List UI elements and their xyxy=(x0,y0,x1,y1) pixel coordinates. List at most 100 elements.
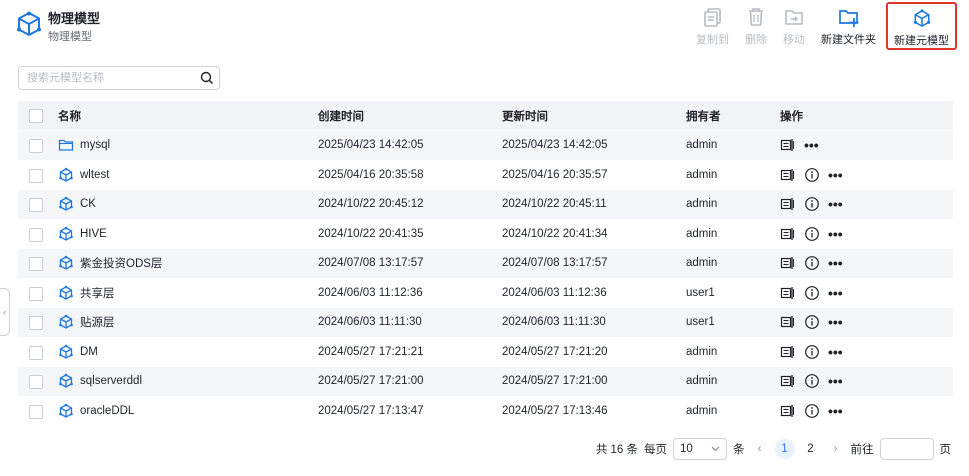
row-name-cell[interactable]: 紫金投资ODS层 xyxy=(58,249,162,278)
ddl-export-icon[interactable] xyxy=(780,255,796,271)
row-checkbox[interactable] xyxy=(29,198,43,212)
delete-button[interactable]: 删除 xyxy=(737,2,775,50)
page-size-unit: 条 xyxy=(733,444,745,456)
info-icon[interactable] xyxy=(804,255,820,271)
info-icon[interactable] xyxy=(804,373,820,389)
row-name-cell[interactable]: mysql xyxy=(58,131,110,160)
cube-model-icon xyxy=(59,344,73,359)
ddl-export-icon[interactable] xyxy=(780,285,796,301)
row-updated: 2025/04/16 20:35:57 xyxy=(502,168,608,181)
cube-plus-icon xyxy=(913,9,930,28)
select-all-checkbox[interactable] xyxy=(29,109,43,123)
table-row[interactable]: 贴源层 2024/06/03 11:11:30 2024/06/03 11:11:3… xyxy=(18,308,953,338)
row-created: 2025/04/16 20:35:58 xyxy=(318,168,424,181)
row-actions: ••• xyxy=(780,338,843,367)
row-checkbox[interactable] xyxy=(29,227,43,242)
ddl-export-icon[interactable] xyxy=(780,196,796,212)
row-created: 2024/10/22 20:45:12 xyxy=(318,198,424,211)
row-owner: admin xyxy=(686,375,718,388)
more-actions-icon[interactable]: ••• xyxy=(828,345,843,359)
new-meta-model-button[interactable]: 新建元模型 xyxy=(886,2,957,50)
table-row[interactable]: mysql 2025/04/23 14:42:05 2025/04/23 14:42… xyxy=(18,131,953,161)
info-icon[interactable] xyxy=(804,196,820,212)
copy-icon xyxy=(703,8,721,27)
row-name-cell[interactable]: 贴源层 xyxy=(58,308,115,337)
more-actions-icon[interactable]: ••• xyxy=(828,286,843,300)
info-icon[interactable] xyxy=(804,403,820,419)
table-row[interactable]: wltest 2025/04/16 20:35:58 2025/04/16 20:3… xyxy=(18,160,953,190)
table-row[interactable]: oracleDDL 2024/05/27 17:13:47 2024/05/27 1… xyxy=(18,396,953,426)
move-button[interactable]: 移动 xyxy=(775,2,813,50)
info-icon[interactable] xyxy=(804,314,820,330)
row-actions: ••• xyxy=(780,161,843,190)
row-checkbox[interactable] xyxy=(29,286,43,301)
info-icon[interactable] xyxy=(804,344,820,360)
row-checkbox[interactable] xyxy=(29,168,43,183)
page-button-1[interactable]: 1 xyxy=(774,439,795,459)
row-updated: 2024/10/22 20:41:34 xyxy=(502,227,608,240)
row-checkbox[interactable] xyxy=(29,316,43,330)
more-actions-icon[interactable]: ••• xyxy=(804,138,819,152)
row-name-cell[interactable]: sqlserverddl xyxy=(58,367,142,396)
row-checkbox[interactable] xyxy=(29,139,43,153)
ddl-export-icon[interactable] xyxy=(780,344,796,360)
prev-page-icon[interactable]: ‹ xyxy=(751,443,769,455)
row-checkbox[interactable] xyxy=(29,404,43,419)
row-name: wltest xyxy=(80,168,110,181)
row-checkbox[interactable] xyxy=(29,257,43,271)
row-updated: 2024/07/08 13:17:57 xyxy=(502,257,608,270)
info-icon[interactable] xyxy=(804,167,820,183)
ddl-export-icon[interactable] xyxy=(780,403,796,419)
page-header: 物理模型 物理模型 复制到 删除 移动 新建文件夹 新建元模型 xyxy=(0,0,969,56)
row-name-cell[interactable]: wltest xyxy=(58,161,109,190)
more-actions-icon[interactable]: ••• xyxy=(828,374,843,388)
row-name: oracleDDL xyxy=(80,404,135,417)
search-input[interactable] xyxy=(19,67,194,89)
row-name-cell[interactable]: CK xyxy=(58,190,96,219)
more-actions-icon[interactable]: ••• xyxy=(828,404,843,418)
table-row[interactable]: CK 2024/10/22 20:45:12 2024/10/22 20:45:11… xyxy=(18,190,953,220)
row-name-cell[interactable]: HIVE xyxy=(58,220,107,249)
page-size-select[interactable]: 10 xyxy=(673,438,727,460)
new-folder-button[interactable]: 新建文件夹 xyxy=(813,2,884,50)
row-checkbox[interactable] xyxy=(29,375,43,389)
table-row[interactable]: sqlserverddl 2024/05/27 17:21:00 2024/05/2… xyxy=(18,367,953,397)
row-checkbox[interactable] xyxy=(29,345,43,360)
row-owner: admin xyxy=(686,404,718,417)
row-name-cell[interactable]: oracleDDL xyxy=(58,397,134,426)
cube-model-icon xyxy=(59,167,73,182)
move-folder-icon xyxy=(785,10,803,25)
more-actions-icon[interactable]: ••• xyxy=(828,168,843,182)
page-title: 物理模型 xyxy=(48,11,101,26)
ddl-export-icon[interactable] xyxy=(780,373,796,389)
table-row[interactable]: 共享层 2024/06/03 11:12:36 2024/06/03 11:12:3… xyxy=(18,278,953,308)
copy-to-button[interactable]: 复制到 xyxy=(688,2,737,50)
ddl-export-icon[interactable] xyxy=(780,137,796,153)
more-actions-icon[interactable]: ••• xyxy=(828,227,843,241)
table-row[interactable]: 紫金投资ODS层 2024/07/08 13:17:57 2024/07/08 13… xyxy=(18,249,953,279)
info-icon[interactable] xyxy=(804,285,820,301)
info-icon[interactable] xyxy=(804,226,820,242)
ddl-export-icon[interactable] xyxy=(780,167,796,183)
row-name-cell[interactable]: DM xyxy=(58,338,98,367)
ddl-export-icon[interactable] xyxy=(780,314,796,330)
row-name: CK xyxy=(80,198,96,211)
goto-page-input[interactable] xyxy=(879,438,934,460)
row-updated: 2025/04/23 14:42:05 xyxy=(502,139,608,152)
page-button-2[interactable]: 2 xyxy=(801,439,821,459)
per-page-label: 每页 xyxy=(644,444,667,456)
search-icon[interactable] xyxy=(200,71,214,85)
ddl-export-icon[interactable] xyxy=(780,226,796,242)
more-actions-icon[interactable]: ••• xyxy=(828,315,843,329)
more-actions-icon[interactable]: ••• xyxy=(828,256,843,270)
next-page-icon[interactable]: › xyxy=(827,443,845,455)
column-header-created: 创建时间 xyxy=(318,110,364,123)
cube-model-icon xyxy=(59,285,73,300)
table-row[interactable]: HIVE 2024/10/22 20:41:35 2024/10/22 20:41:… xyxy=(18,219,953,249)
row-name-cell[interactable]: 共享层 xyxy=(58,279,115,308)
sidebar-collapse-handle[interactable]: ‹ xyxy=(0,288,10,336)
row-name: DM xyxy=(80,345,98,358)
new-folder-label: 新建文件夹 xyxy=(821,34,876,46)
more-actions-icon[interactable]: ••• xyxy=(828,197,843,211)
table-row[interactable]: DM 2024/05/27 17:21:21 2024/05/27 17:21:20… xyxy=(18,337,953,367)
